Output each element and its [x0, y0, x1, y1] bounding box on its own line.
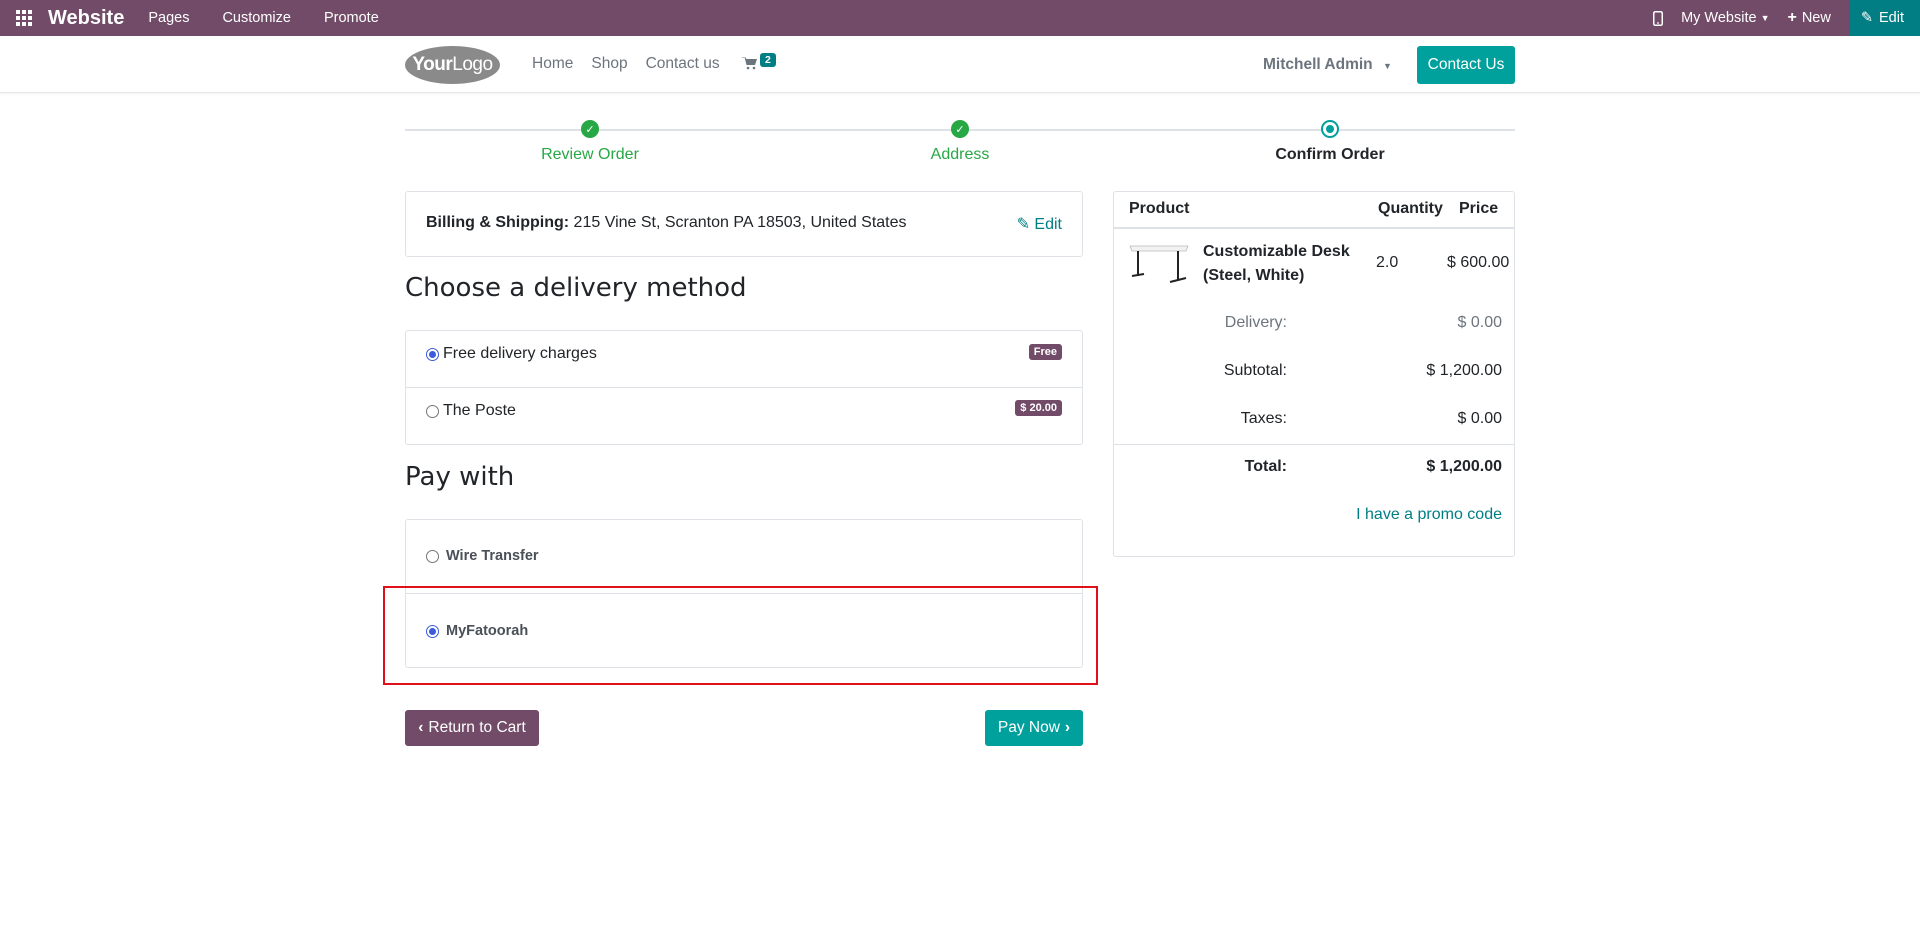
step-address[interactable]: ✓ Address: [860, 120, 1060, 164]
billing-text: Billing & Shipping: 215 Vine St, Scranto…: [426, 214, 907, 232]
delivery-label: Delivery:: [1224, 314, 1287, 331]
menu-pages[interactable]: Pages: [148, 10, 189, 26]
pay-with-heading: Pay with: [405, 462, 515, 492]
chevron-right-icon: ›: [1064, 719, 1071, 736]
site-header: Your Logo Home Shop Contact us 2 Mitchell…: [0, 36, 1920, 93]
website-selector-label: My Website: [1681, 10, 1757, 26]
current-step-dot-icon: [1321, 120, 1339, 138]
check-icon: ✓: [581, 120, 599, 138]
step-label: Address: [930, 146, 990, 163]
new-label: New: [1801, 10, 1831, 26]
desk-product-image: [1129, 245, 1189, 283]
user-name: Mitchell Admin: [1263, 56, 1373, 73]
user-menu[interactable]: Mitchell Admin ▼: [1263, 56, 1392, 74]
chevron-left-icon: ‹: [418, 719, 424, 736]
edit-icon: ✎: [1016, 216, 1030, 233]
header-product: Product: [1129, 200, 1190, 217]
pay-label: Pay Now: [997, 719, 1060, 736]
website-selector[interactable]: My Website ▼: [1681, 10, 1769, 26]
main-nav: Home Shop Contact us: [532, 55, 738, 73]
caret-down-icon: ▼: [1382, 61, 1392, 71]
nav-shop[interactable]: Shop: [591, 55, 627, 73]
check-icon: ✓: [951, 120, 969, 138]
order-summary: Product Quantity Price Customizable Desk…: [1113, 191, 1515, 557]
subtotal-value: $ 1,200.00: [1426, 362, 1502, 379]
edit-label: Edit: [1879, 10, 1904, 26]
divider: [1114, 444, 1514, 445]
divider: [1114, 227, 1514, 229]
menu-customize[interactable]: Customize: [222, 10, 291, 26]
product-price: $ 600.00: [1447, 254, 1510, 271]
promo-code-link[interactable]: I have a promo code: [1356, 506, 1502, 524]
delivery-radio-poste[interactable]: [426, 405, 439, 418]
menu-promote[interactable]: Promote: [324, 10, 379, 26]
taxes-value: $ 0.00: [1457, 410, 1502, 427]
payment-option-label: Wire Transfer: [446, 548, 539, 564]
return-to-cart-button[interactable]: ‹ Return to Cart: [405, 710, 539, 746]
taxes-label: Taxes:: [1240, 410, 1287, 427]
delivery-value: $ 0.00: [1457, 314, 1502, 331]
product-name-line2: (Steel, White): [1203, 267, 1305, 284]
cart-icon[interactable]: [742, 56, 758, 75]
edit-button[interactable]: ✎ Edit: [1848, 0, 1920, 36]
nav-contact[interactable]: Contact us: [646, 55, 720, 73]
admin-bar: Website Pages Customize Promote My Websi…: [0, 0, 1920, 36]
logo-text-bold: Your: [412, 54, 453, 75]
step-label: Confirm Order: [1275, 146, 1385, 163]
billing-address: 215 Vine St, Scranton PA 18503, United S…: [573, 214, 907, 231]
total-value: $ 1,200.00: [1426, 458, 1502, 475]
delivery-option-label: Free delivery charges: [443, 345, 597, 362]
delivery-radio-free[interactable]: [426, 348, 439, 361]
payment-radio-wire[interactable]: [426, 550, 439, 563]
cart-count-badge: 2: [760, 53, 776, 67]
product-name[interactable]: Customizable Desk (Steel, White): [1203, 240, 1350, 288]
product-name-line1: Customizable Desk: [1203, 243, 1350, 260]
edit-address-label: Edit: [1034, 216, 1062, 233]
delivery-option-label: The Poste: [443, 402, 516, 419]
header-price: Price: [1459, 200, 1499, 217]
return-label: Return to Cart: [428, 719, 526, 736]
admin-brand[interactable]: Website: [48, 7, 124, 30]
step-confirm-order: Confirm Order: [1230, 120, 1430, 164]
caret-down-icon: ▼: [1760, 13, 1770, 23]
edit-address-link[interactable]: ✎ Edit: [1017, 214, 1062, 234]
delivery-option-free[interactable]: Free delivery charges Free: [406, 331, 1082, 388]
pencil-icon: ✎: [1860, 10, 1873, 26]
total-label: Total:: [1244, 458, 1287, 475]
billing-label: Billing & Shipping:: [426, 214, 570, 231]
new-button[interactable]: + New: [1787, 9, 1830, 27]
mobile-preview-icon[interactable]: [1653, 10, 1664, 26]
delivery-heading: Choose a delivery method: [405, 273, 747, 303]
logo-text: Logo: [452, 54, 493, 75]
delivery-price-badge: $ 20.00: [1015, 400, 1062, 416]
plus-icon: +: [1787, 9, 1797, 26]
step-review-order[interactable]: ✓ Review Order: [490, 120, 690, 164]
delivery-price-badge: Free: [1028, 344, 1062, 360]
billing-shipping-card: Billing & Shipping: 215 Vine St, Scranto…: [405, 191, 1083, 257]
highlight-box: [383, 586, 1098, 685]
delivery-option-poste[interactable]: The Poste $ 20.00: [406, 388, 1082, 445]
delivery-methods-list: Free delivery charges Free The Poste $ 2…: [405, 330, 1083, 445]
step-label: Review Order: [541, 146, 639, 163]
pay-now-button[interactable]: Pay Now ›: [985, 710, 1083, 746]
contact-us-button[interactable]: Contact Us: [1417, 46, 1515, 84]
nav-home[interactable]: Home: [532, 55, 573, 73]
product-quantity: 2.0: [1376, 254, 1399, 271]
site-logo[interactable]: Your Logo: [405, 46, 500, 84]
subtotal-label: Subtotal:: [1223, 362, 1287, 379]
apps-grid-icon[interactable]: [0, 0, 48, 36]
payment-option-wire-transfer[interactable]: Wire Transfer: [405, 519, 1083, 593]
header-quantity: Quantity: [1378, 200, 1443, 217]
